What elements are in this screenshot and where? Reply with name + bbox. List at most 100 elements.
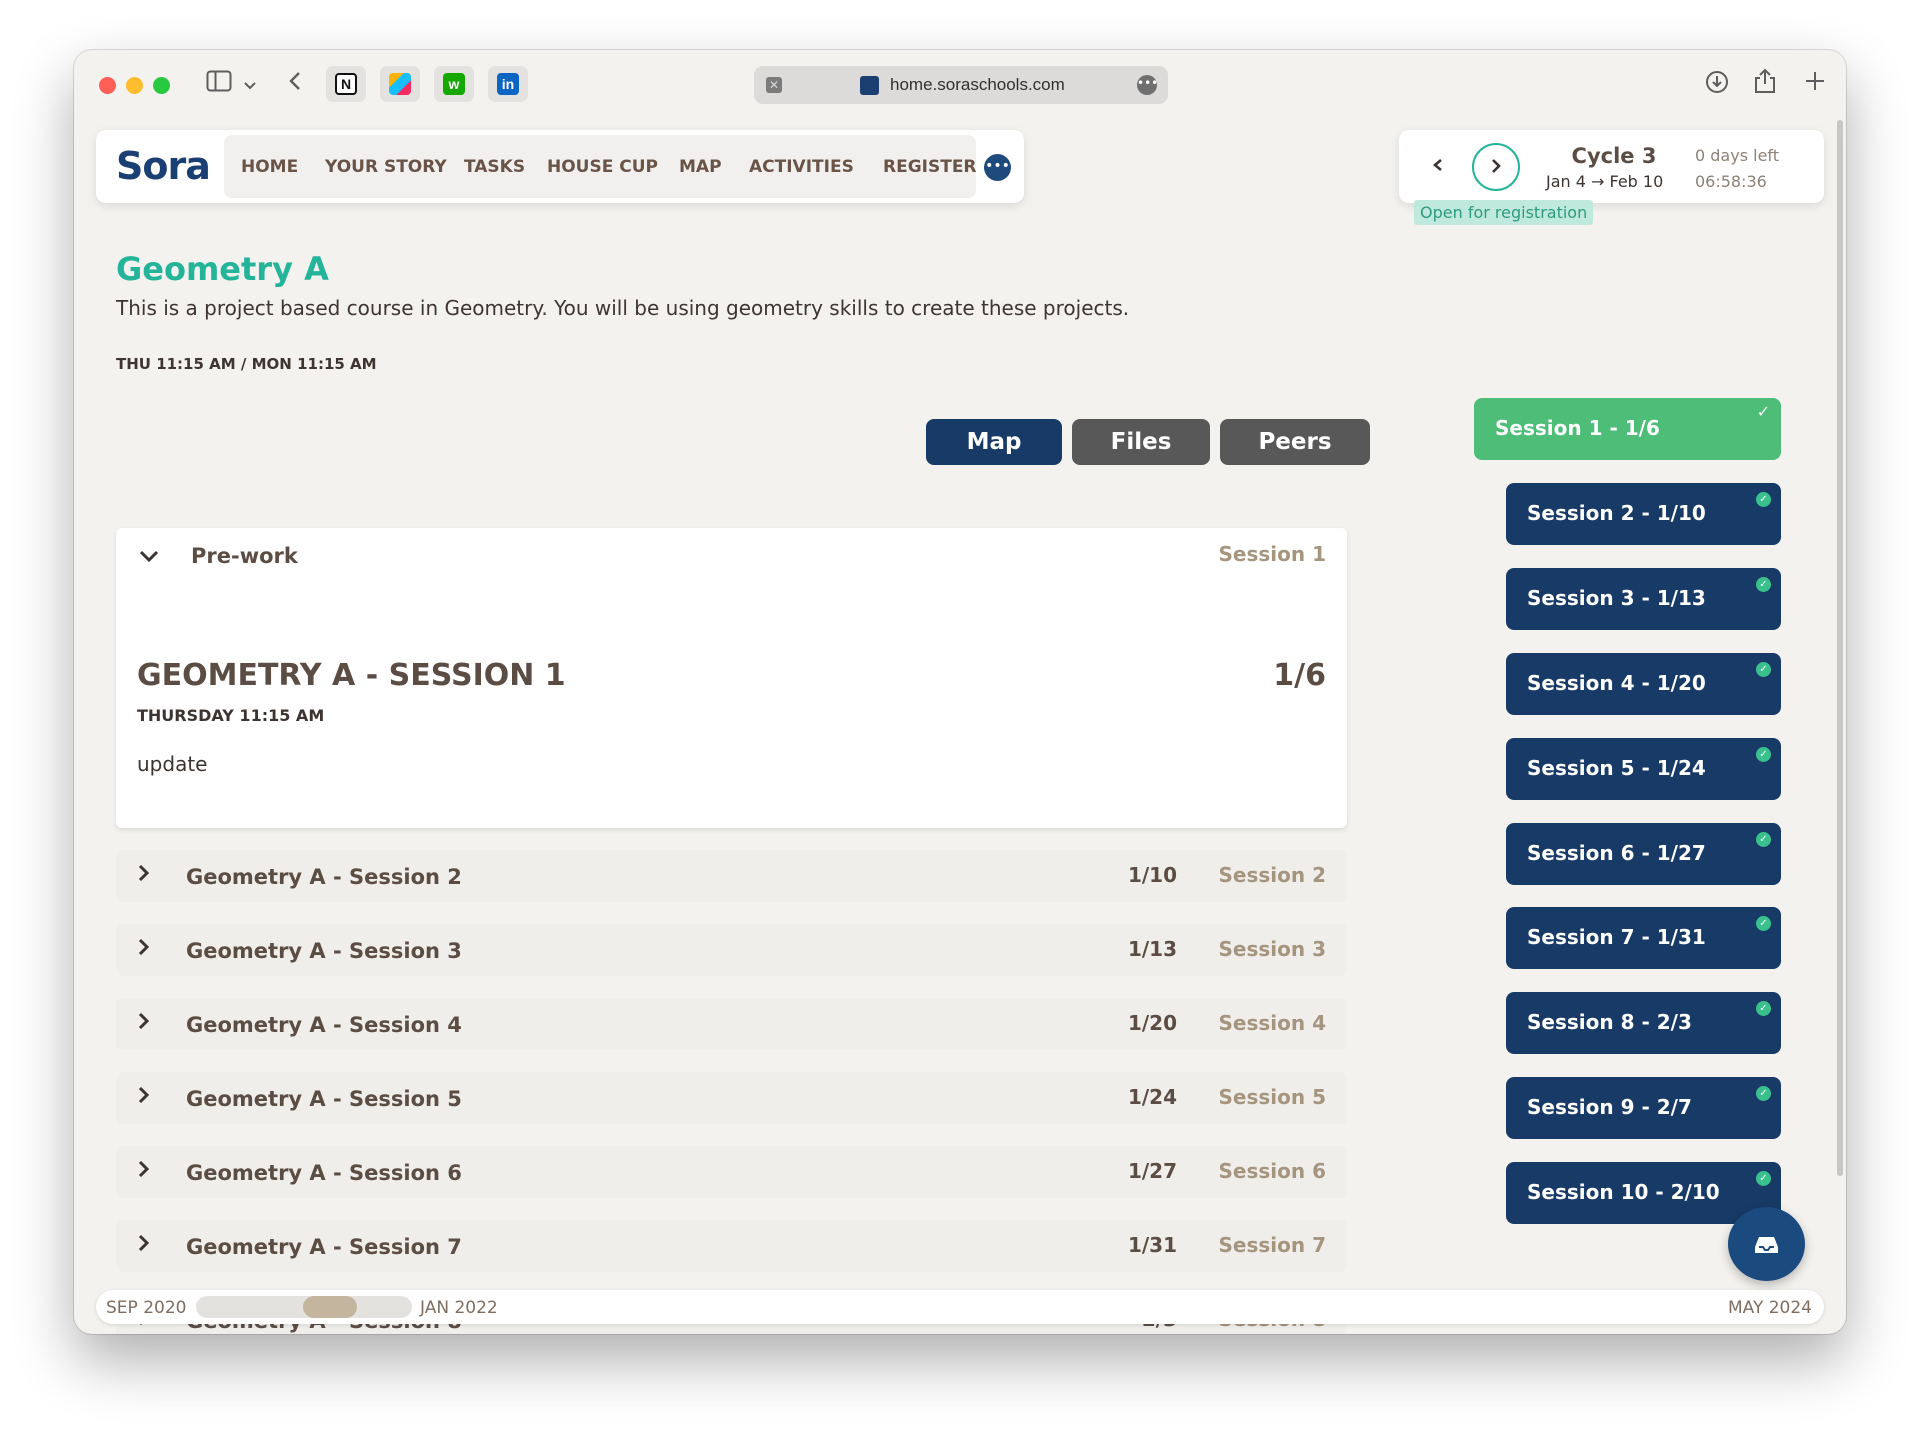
nav-house-cup[interactable]: HOUSE CUP [547,157,658,177]
close-tab-icon[interactable]: ✕ [766,77,782,93]
timeline-end-label: MAY 2024 [1727,1298,1812,1318]
chevron-down-icon[interactable] [240,72,260,98]
session-row-label: Session 2 [1218,863,1327,887]
chevron-right-icon[interactable] [136,1082,152,1114]
chevron-right-icon[interactable] [136,1156,152,1188]
session-nav-item-4[interactable]: Session 4 - 1/20 ✓ [1506,653,1781,715]
map-view-button[interactable]: Map [926,419,1062,465]
airtable-tab[interactable] [380,66,420,102]
site-favicon-icon [860,76,879,95]
cycle-name: Cycle 3 [1571,144,1657,168]
session-date: 1/6 [1273,658,1326,693]
session-row[interactable]: Geometry A - Session 4 1/20 Session 4 [116,998,1347,1050]
nav-map[interactable]: MAP [679,157,722,177]
upwork-tab[interactable]: w [434,66,474,102]
check-icon: ✓ [1756,577,1771,592]
session-row-title: Geometry A - Session 6 [186,1161,462,1185]
prework-card[interactable]: Pre-work Session 1 GEOMETRY A - SESSION … [116,528,1347,828]
check-icon: ✓ [1756,662,1771,677]
session-row-date: 1/13 [1127,937,1177,961]
new-tab-icon[interactable] [1800,70,1830,100]
minimize-window-button[interactable] [126,77,143,94]
session-nav-item-7[interactable]: Session 7 - 1/31 ✓ [1506,907,1781,969]
countdown-timer: 06:58:36 [1695,172,1767,191]
browser-toolbar: N w in ✕ home.soraschools.com ••• [74,50,1846,128]
sora-logo[interactable]: Sora [116,144,211,188]
chevron-right-icon[interactable] [136,860,152,892]
chevron-right-icon[interactable] [136,1230,152,1262]
session-nav-item-8[interactable]: Session 8 - 2/3 ✓ [1506,992,1781,1054]
nav-tasks[interactable]: TASKS [464,157,525,177]
check-icon: ✓ [1756,916,1771,931]
page-scrollbar[interactable] [1837,120,1843,1176]
previous-cycle-icon[interactable] [1431,154,1451,180]
session-row[interactable]: Geometry A - Session 2 1/10 Session 2 [116,850,1347,902]
nav-home[interactable]: HOME [241,157,298,177]
cycle-panel: Cycle 3 Jan 4 → Feb 10 0 days left 06:58… [1399,130,1824,203]
check-icon: ✓ [1756,1086,1771,1101]
session-nav-item-2[interactable]: Session 2 - 1/10 ✓ [1506,483,1781,545]
session-nav-item-1[interactable]: Session 1 - 1/6 ✓ [1474,398,1781,460]
timeline-current-label: JAN 2022 [420,1298,498,1318]
session-row-date: 1/24 [1127,1085,1177,1109]
session-nav-label: Session 7 - 1/31 [1527,925,1706,949]
session-row[interactable]: Geometry A - Session 6 1/27 Session 6 [116,1146,1347,1198]
address-bar[interactable]: ✕ home.soraschools.com ••• [754,66,1168,104]
session-row-date: 1/31 [1127,1233,1177,1257]
chevron-right-icon[interactable] [136,1008,152,1040]
check-icon: ✓ [1756,747,1771,762]
more-menu-icon[interactable]: ••• [984,154,1011,181]
sidebar-toggle-icon[interactable] [204,70,234,100]
back-icon[interactable] [282,70,308,100]
session-row-title: Geometry A - Session 3 [186,939,462,963]
nav-your-story[interactable]: YOUR STORY [325,157,447,177]
prework-session-label: Session 1 [1218,542,1327,566]
session-row-date: 1/10 [1127,863,1177,887]
session-nav-label: Session 3 - 1/13 [1527,586,1706,610]
airtable-icon [389,73,411,95]
session-nav-item-9[interactable]: Session 9 - 2/7 ✓ [1506,1077,1781,1139]
session-row-label: Session 5 [1218,1085,1327,1109]
days-left: 0 days left [1695,146,1780,165]
share-icon[interactable] [1750,68,1780,98]
prework-label: Pre-work [191,544,298,568]
zoom-window-button[interactable] [153,77,170,94]
timeline-handle[interactable] [303,1296,357,1318]
browser-window: N w in ✕ home.soraschools.com ••• Sora H… [74,50,1846,1334]
nav-activities[interactable]: ACTIVITIES [749,157,854,177]
session-row-label: Session 7 [1218,1233,1327,1257]
check-icon: ✓ [1756,402,1771,421]
nav-register[interactable]: REGISTER [883,157,977,177]
session-row[interactable]: Geometry A - Session 5 1/24 Session 5 [116,1072,1347,1124]
next-cycle-icon[interactable] [1472,143,1520,191]
session-nav-item-5[interactable]: Session 5 - 1/24 ✓ [1506,738,1781,800]
menu-bar: HOME YOUR STORY TASKS HOUSE CUP MAP ACTI… [224,135,977,198]
cycle-range: Jan 4 → Feb 10 [1546,172,1664,191]
session-row-date: 1/27 [1127,1159,1177,1183]
linkedin-tab[interactable]: in [488,66,528,102]
timeline-bar[interactable]: SEP 2020 JAN 2022 MAY 2024 [96,1290,1824,1324]
peers-view-button[interactable]: Peers [1220,419,1370,465]
page-options-icon[interactable]: ••• [1137,75,1158,95]
download-icon[interactable] [1702,70,1732,100]
session-row-date: 1/20 [1127,1011,1177,1035]
files-view-button[interactable]: Files [1072,419,1210,465]
course-schedule: THU 11:15 AM / MON 11:15 AM [116,355,377,373]
session-nav-item-6[interactable]: Session 6 - 1/27 ✓ [1506,823,1781,885]
chevron-right-icon[interactable] [136,934,152,966]
close-window-button[interactable] [99,77,116,94]
notion-tab[interactable]: N [326,66,366,102]
session-nav-label: Session 4 - 1/20 [1527,671,1706,695]
chevron-down-icon[interactable] [138,548,162,568]
notion-icon: N [335,73,357,95]
inbox-button[interactable] [1728,1207,1805,1281]
session-row[interactable]: Geometry A - Session 7 1/31 Session 7 [116,1220,1347,1272]
session-row[interactable]: Geometry A - Session 3 1/13 Session 3 [116,924,1347,976]
session-nav-item-3[interactable]: Session 3 - 1/13 ✓ [1506,568,1781,630]
main-nav: Sora HOME YOUR STORY TASKS HOUSE CUP MAP… [96,130,1024,203]
check-icon: ✓ [1756,1001,1771,1016]
session-time: THURSDAY 11:15 AM [137,706,325,725]
check-icon: ✓ [1756,492,1771,507]
url-text: home.soraschools.com [890,75,1065,94]
session-nav-label: Session 8 - 2/3 [1527,1010,1692,1034]
